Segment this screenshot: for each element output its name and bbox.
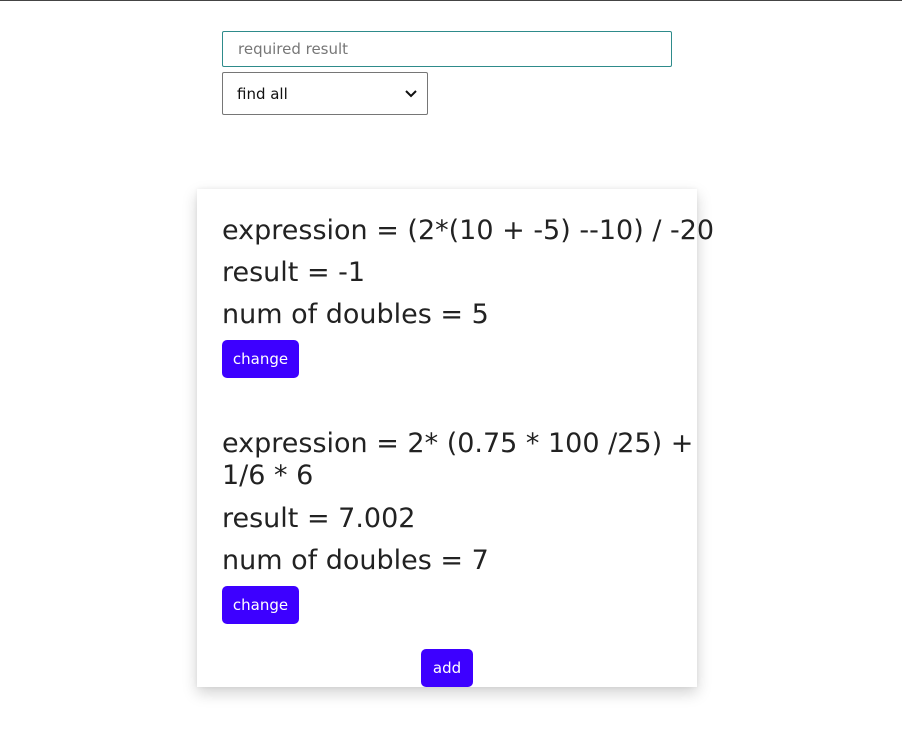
expression-text: expression = (2*(10 + -5) --10) / -20 [222, 215, 715, 246]
result-text: result = 7.002 [222, 503, 416, 534]
result-text: result = -1 [222, 257, 366, 288]
required-result-input[interactable] [222, 31, 672, 67]
change-button[interactable]: change [222, 340, 299, 378]
doubles-text: num of doubles = 5 [222, 299, 489, 330]
change-button[interactable]: change [222, 586, 299, 624]
add-button[interactable]: add [421, 649, 473, 687]
expression-text: expression = 2* (0.75 * 100 /25) + [222, 428, 694, 459]
mode-select-value: find all [237, 84, 288, 103]
expressions-card: expression = (2*(10 + -5) --10) / -20 re… [197, 189, 714, 687]
doubles-text: num of doubles = 7 [222, 545, 489, 576]
chevron-down-icon [405, 88, 417, 100]
top-divider [0, 0, 902, 1]
mode-select[interactable]: find all [222, 72, 428, 115]
expression-text-continued: 1/6 * 6 [222, 460, 314, 491]
